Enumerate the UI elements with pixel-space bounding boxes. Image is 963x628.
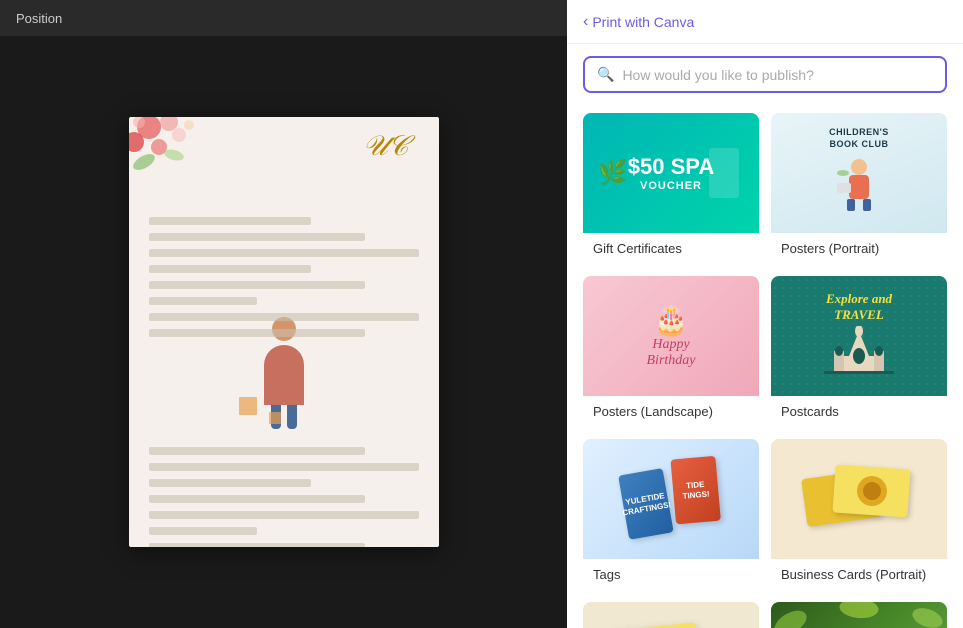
grid-item-label-business-portrait: Business Cards (Portrait) [771, 559, 947, 590]
design-canvas: 𝒰𝒞 [129, 117, 439, 547]
camp-leaves-svg [771, 602, 947, 628]
items-grid: 🌿 $50 SPA VOUCHER Gift Certificates CHIL… [567, 105, 963, 628]
grid-item-label-tags: Tags [583, 559, 759, 590]
chevron-left-icon: ‹ [583, 13, 588, 31]
figure-body [264, 345, 304, 405]
top-bar-title: Position [16, 11, 62, 26]
text-lines-bottom [149, 447, 419, 547]
taj-mahal-illustration [819, 326, 899, 376]
grid-item-postcards[interactable]: Explore andTRAVEL [771, 276, 947, 427]
publish-panel: ‹ Print with Canva 🔍 🌿 $50 SPA VOUCHER G… [567, 0, 963, 628]
grid-item-label-postcards: Postcards [771, 396, 947, 427]
back-label: Print with Canva [592, 14, 694, 30]
monogram-text: 𝒰𝒞 [363, 131, 409, 163]
grid-item-image-postcards: Explore andTRAVEL [771, 276, 947, 396]
grid-item-image-business-landscape: Voucher Save theDate [583, 602, 759, 628]
grid-item-label-poster-portrait: Posters (Portrait) [771, 233, 947, 264]
business-cards-stack [799, 459, 919, 539]
travel-text: Explore andTRAVEL [819, 291, 899, 322]
leaf-decoration: 🌿 [598, 159, 628, 188]
back-button[interactable]: ‹ Print with Canva [583, 13, 694, 31]
grid-item-image-gift: 🌿 $50 SPA VOUCHER [583, 113, 759, 233]
grid-item-gift-certificates[interactable]: 🌿 $50 SPA VOUCHER Gift Certificates [583, 113, 759, 264]
grid-item-image-poster-portrait: CHILDREN'SBOOK CLUB [771, 113, 947, 233]
top-bar: Position [0, 0, 567, 36]
grid-item-image-camp: SUMMER CAMPFOREARTH WARRIORS [771, 602, 947, 628]
canvas-area: 𝒰𝒞 [0, 36, 567, 628]
search-bar[interactable]: 🔍 [583, 56, 947, 93]
search-input[interactable] [622, 67, 933, 83]
grid-item-business-landscape[interactable]: Voucher Save theDate Business Cards (Lan… [583, 602, 759, 628]
grid-item-label-poster-landscape: Posters (Landscape) [583, 396, 759, 427]
panel-header: ‹ Print with Canva [567, 0, 963, 44]
grid-item-tags[interactable]: YULETIDECRAFTINGS! TIDETINGS! Tags [583, 439, 759, 590]
search-icon: 🔍 [597, 66, 614, 83]
grid-item-label-gift: Gift Certificates [583, 233, 759, 264]
grid-item-image-tags: YULETIDECRAFTINGS! TIDETINGS! [583, 439, 759, 559]
grid-item-image-business [771, 439, 947, 559]
grid-item-image-poster-landscape: 🎂 HappyBirthday [583, 276, 759, 396]
grid-item-summer-camp[interactable]: SUMMER CAMPFOREARTH WARRIORS Summer Camp… [771, 602, 947, 628]
text-lines-top [149, 217, 419, 345]
cake-icon: 🎂 [647, 304, 696, 337]
canvas-panel: Position 𝒰𝒞 [0, 0, 567, 628]
grid-item-business-portrait[interactable]: Business Cards (Portrait) [771, 439, 947, 590]
grid-item-posters-portrait[interactable]: CHILDREN'SBOOK CLUB [771, 113, 947, 264]
book-illustration [829, 155, 889, 215]
grid-item-posters-landscape[interactable]: 🎂 HappyBirthday Posters (Landscape) [583, 276, 759, 427]
tag-cards: YULETIDECRAFTINGS! TIDETINGS! [618, 459, 724, 540]
floral-decoration [129, 117, 239, 207]
